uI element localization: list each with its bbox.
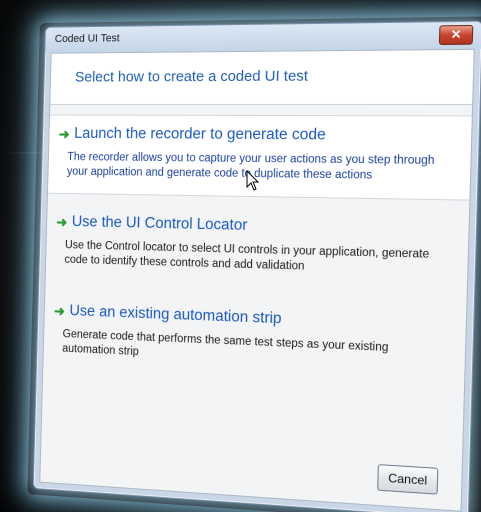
option-title[interactable]: Use an existing automation strip <box>69 303 282 329</box>
option-description: Use the Control locator to select UI con… <box>55 238 453 279</box>
option-ui-control-locator[interactable]: ➜ Use the UI Control Locator Use the Con… <box>46 194 470 294</box>
header-text: Select how to create a coded UI test <box>75 68 308 86</box>
option-description: Generate code that performs the same tes… <box>53 327 451 374</box>
cancel-button[interactable]: Cancel <box>377 464 438 495</box>
option-title[interactable]: Launch the recorder to generate code <box>74 125 326 144</box>
window-title: Coded UI Test <box>55 33 120 45</box>
green-arrow-icon: ➜ <box>56 214 67 231</box>
dialog-content: Select how to create a coded UI test ➜ L… <box>39 49 474 512</box>
green-arrow-icon: ➜ <box>54 302 65 319</box>
close-icon: ✕ <box>451 27 462 42</box>
coded-ui-test-dialog: Coded UI Test ✕ Select how to create a c… <box>33 21 481 512</box>
option-title[interactable]: Use the UI Control Locator <box>72 213 248 235</box>
title-bar[interactable]: Coded UI Test ✕ <box>45 22 481 53</box>
dialog-header: Select how to create a coded UI test <box>50 50 473 105</box>
close-button[interactable]: ✕ <box>439 25 474 45</box>
mouse-cursor-icon <box>246 170 260 192</box>
screen-background: Coded UI Test ✕ Select how to create a c… <box>0 0 481 512</box>
option-existing-automation-strip[interactable]: ➜ Use an existing automation strip Gener… <box>43 280 466 389</box>
green-arrow-icon: ➜ <box>59 126 70 143</box>
